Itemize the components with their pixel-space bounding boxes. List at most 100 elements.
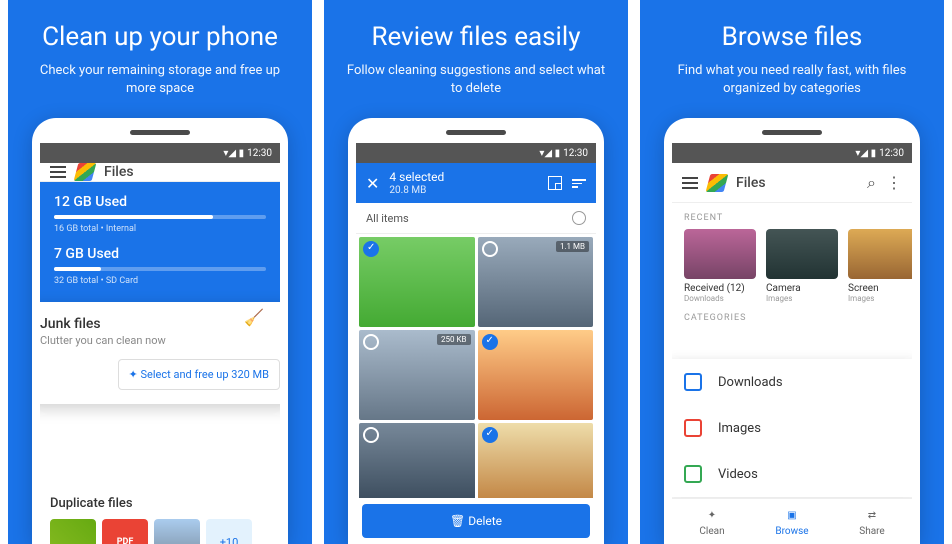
photo-checkbox[interactable]: [482, 241, 498, 257]
category-downloads[interactable]: Downloads: [672, 359, 912, 405]
status-bar: ▾◢ ▮ 12:30: [40, 143, 280, 163]
phone-mockup: ▾◢ ▮ 12:30 Files 12 GB Used 16 GB total …: [32, 118, 288, 544]
thumb-image[interactable]: [50, 519, 96, 544]
duplicate-thumbs: PDF +10: [40, 511, 280, 544]
nav-clean[interactable]: ✦Clean: [672, 499, 752, 544]
promo-panel-review: Review files easily Follow cleaning sugg…: [324, 0, 628, 544]
storage-row-sdcard[interactable]: 7 GB Used 32 GB total • SD Card: [54, 246, 266, 286]
thumb-more[interactable]: +10: [206, 519, 252, 544]
recent-item[interactable]: CameraImages: [766, 229, 838, 303]
menu-icon[interactable]: [682, 182, 698, 184]
phone-mockup: ▾◢ ▮ 12:30 Files ⌕ ⋮ RECENT Received (12…: [664, 118, 920, 544]
all-items-label: All items: [366, 212, 409, 225]
app-title: Files: [104, 164, 134, 180]
storage-section: 12 GB Used 16 GB total • Internal 7 GB U…: [40, 182, 280, 310]
storage-used: 12 GB Used: [54, 194, 266, 210]
status-time: 12:30: [563, 148, 588, 159]
hero: Browse files Find what you need really f…: [640, 0, 944, 112]
duplicate-title: Duplicate files: [50, 388, 270, 511]
photo-cell[interactable]: [478, 330, 594, 420]
storage-bar-fill: [54, 215, 213, 219]
recent-thumb: [766, 229, 838, 279]
status-time: 12:30: [879, 148, 904, 159]
broom-icon: 🧹: [244, 308, 280, 344]
select-all-row[interactable]: All items: [356, 203, 596, 234]
sparkle-icon: ✦: [703, 506, 721, 524]
hero: Review files easily Follow cleaning sugg…: [324, 0, 628, 112]
app-logo-icon: [74, 163, 97, 181]
recent-item[interactable]: ScreenImages: [848, 229, 912, 303]
status-time: 12:30: [247, 148, 272, 159]
video-icon: [684, 465, 702, 483]
close-icon[interactable]: ✕: [366, 174, 379, 193]
photo-checkbox[interactable]: [363, 427, 379, 443]
categories-card: Downloads Images Videos: [672, 359, 912, 497]
category-images[interactable]: Images: [672, 405, 912, 451]
photo-cell[interactable]: 1.1 MB: [478, 237, 594, 327]
app-bar: Files ⌕ ⋮: [672, 163, 912, 203]
hero-subtitle: Check your remaining storage and free up…: [28, 62, 292, 98]
recent-label: RECENT: [672, 203, 912, 229]
file-size: 250 KB: [437, 334, 470, 345]
file-size: 1.1 MB: [556, 241, 589, 252]
recent-thumb: [684, 229, 756, 279]
promo-panel-browse: Browse files Find what you need really f…: [640, 0, 944, 544]
screen: Files 12 GB Used 16 GB total • Internal …: [40, 163, 280, 544]
photo-checkbox[interactable]: [482, 334, 498, 350]
category-videos[interactable]: Videos: [672, 451, 912, 497]
download-icon: [684, 373, 702, 391]
share-icon: ⇄: [863, 506, 881, 524]
junk-files-card[interactable]: 🧹 Junk files Clutter you can clean now ✦…: [40, 302, 280, 404]
categories-label: CATEGORIES: [672, 303, 912, 329]
grid-view-icon[interactable]: [548, 176, 562, 190]
storage-used: 7 GB Used: [54, 246, 266, 262]
storage-row-internal[interactable]: 12 GB Used 16 GB total • Internal: [54, 194, 266, 234]
app-bar: Files: [40, 163, 280, 182]
phone-mockup: ▾◢ ▮ 12:30 ✕ 4 selected 20.8 MB All item…: [348, 118, 604, 544]
recent-item[interactable]: Received (12)Downloads: [684, 229, 756, 303]
storage-detail: 16 GB total • Internal: [54, 224, 266, 234]
more-icon[interactable]: ⋮: [886, 173, 902, 192]
free-up-button[interactable]: ✦ Select and free up 320 MB: [118, 359, 280, 390]
screen: ✕ 4 selected 20.8 MB All items 1.1 MB 25…: [356, 163, 596, 544]
phone-speaker: [762, 130, 822, 135]
storage-bar-fill: [54, 267, 101, 271]
hero-title: Browse files: [660, 22, 924, 52]
nav-share[interactable]: ⇄Share: [832, 499, 912, 544]
selection-size: 20.8 MB: [389, 185, 444, 197]
photo-cell[interactable]: [359, 423, 475, 498]
storage-detail: 32 GB total • SD Card: [54, 276, 266, 286]
photo-checkbox[interactable]: [363, 334, 379, 350]
search-icon[interactable]: ⌕: [867, 173, 876, 193]
hero-title: Review files easily: [344, 22, 608, 52]
thumb-image[interactable]: [154, 519, 200, 544]
folder-icon: ▣: [783, 506, 801, 524]
sort-icon[interactable]: [572, 179, 586, 188]
select-all-checkbox[interactable]: [572, 211, 586, 225]
phone-speaker: [130, 130, 190, 135]
photo-cell[interactable]: [478, 423, 594, 498]
selection-count: 4 selected: [389, 170, 444, 184]
photo-checkbox[interactable]: [482, 427, 498, 443]
status-bar: ▾◢ ▮ 12:30: [356, 143, 596, 163]
photo-cell[interactable]: 250 KB: [359, 330, 475, 420]
image-icon: [684, 419, 702, 437]
hero-subtitle: Follow cleaning suggestions and select w…: [344, 62, 608, 98]
hero-title: Clean up your phone: [28, 22, 292, 52]
hero: Clean up your phone Check your remaining…: [8, 0, 312, 112]
app-logo-icon: [706, 174, 729, 192]
photo-checkbox[interactable]: [363, 241, 379, 257]
nav-browse[interactable]: ▣Browse: [752, 499, 832, 544]
bottom-nav: ✦Clean ▣Browse ⇄Share: [672, 498, 912, 544]
status-bar: ▾◢ ▮ 12:30: [672, 143, 912, 163]
delete-button[interactable]: 🗑 Delete: [362, 504, 590, 538]
hero-subtitle: Find what you need really fast, with fil…: [660, 62, 924, 98]
recent-thumb: [848, 229, 912, 279]
recent-row: Received (12)Downloads CameraImages Scre…: [672, 229, 912, 303]
screen: Files ⌕ ⋮ RECENT Received (12)Downloads …: [672, 163, 912, 544]
thumb-pdf-icon[interactable]: PDF: [102, 519, 148, 544]
menu-icon[interactable]: [50, 171, 66, 173]
photo-cell[interactable]: [359, 237, 475, 327]
app-title: Files: [736, 175, 766, 191]
promo-panel-clean: Clean up your phone Check your remaining…: [8, 0, 312, 544]
